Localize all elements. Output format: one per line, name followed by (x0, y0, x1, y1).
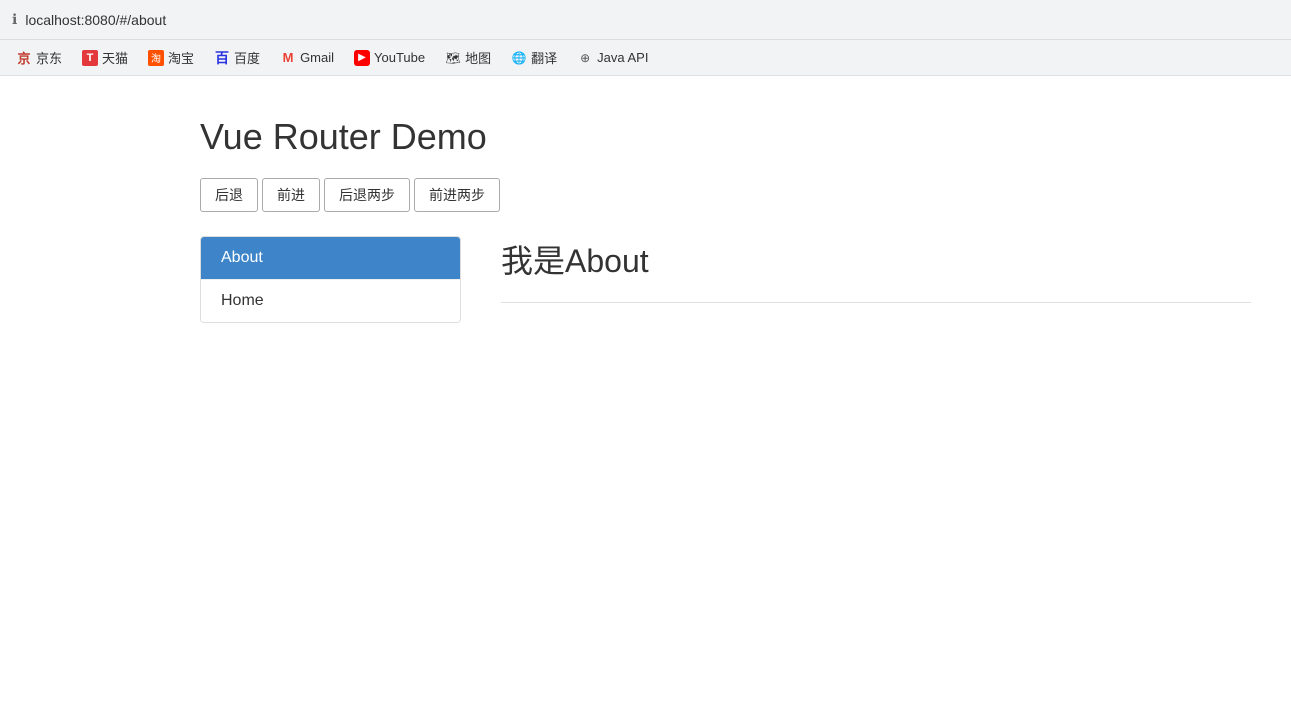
nav-buttons: 后退 前进 后退两步 前进两步 (200, 178, 1291, 212)
bookmark-baidu-label: 百度 (234, 48, 260, 67)
translate-icon: 🌐 (511, 50, 527, 66)
back-button[interactable]: 后退 (200, 178, 258, 212)
router-layout: About Home 我是About (200, 236, 1291, 323)
app-title: Vue Router Demo (200, 116, 1291, 158)
url-display[interactable]: localhost:8080/#/about (25, 12, 166, 28)
address-bar: ℹ localhost:8080/#/about (0, 0, 1291, 40)
router-nav: About Home (200, 236, 461, 323)
back2-button[interactable]: 后退两步 (324, 178, 410, 212)
bookmark-maps[interactable]: 🗺 地图 (437, 44, 499, 71)
bookmarks-bar: 京 京东 T 天猫 淘 淘宝 百 百度 M Gmail ▶ YouTube 🗺 … (0, 40, 1291, 76)
router-content: 我是About (461, 236, 1291, 303)
bookmark-taobao-label: 淘宝 (168, 48, 194, 67)
bookmark-baidu[interactable]: 百 百度 (206, 44, 268, 71)
forward-button[interactable]: 前进 (262, 178, 320, 212)
bookmark-taobao[interactable]: 淘 淘宝 (140, 44, 202, 71)
baidu-icon: 百 (214, 50, 230, 66)
nav-item-home[interactable]: Home (201, 279, 460, 322)
bookmark-tianmao-label: 天猫 (102, 48, 128, 67)
content-text: 我是About (501, 236, 1251, 282)
info-icon: ℹ (12, 11, 17, 28)
bookmark-javaapi[interactable]: ⊕ Java API (569, 46, 656, 70)
bookmark-maps-label: 地图 (465, 48, 491, 67)
page-content: Vue Router Demo 后退 前进 后退两步 前进两步 About Ho… (0, 76, 1291, 323)
bookmark-jingdong[interactable]: 京 京东 (8, 44, 70, 71)
bookmark-youtube[interactable]: ▶ YouTube (346, 46, 433, 70)
tianmao-icon: T (82, 50, 98, 66)
bookmark-jingdong-label: 京东 (36, 48, 62, 67)
jingdong-icon: 京 (16, 50, 32, 66)
bookmark-tianmao[interactable]: T 天猫 (74, 44, 136, 71)
content-divider (501, 302, 1251, 303)
bookmark-gmail[interactable]: M Gmail (272, 46, 342, 70)
gmail-icon: M (280, 50, 296, 66)
taobao-icon: 淘 (148, 50, 164, 66)
javaapi-icon: ⊕ (577, 50, 593, 66)
youtube-icon: ▶ (354, 50, 370, 66)
bookmark-gmail-label: Gmail (300, 50, 334, 65)
bookmark-javaapi-label: Java API (597, 50, 648, 65)
maps-icon: 🗺 (445, 50, 461, 66)
bookmark-translate[interactable]: 🌐 翻译 (503, 44, 565, 71)
bookmark-translate-label: 翻译 (531, 48, 557, 67)
nav-item-about[interactable]: About (201, 237, 460, 279)
bookmark-youtube-label: YouTube (374, 50, 425, 65)
forward2-button[interactable]: 前进两步 (414, 178, 500, 212)
